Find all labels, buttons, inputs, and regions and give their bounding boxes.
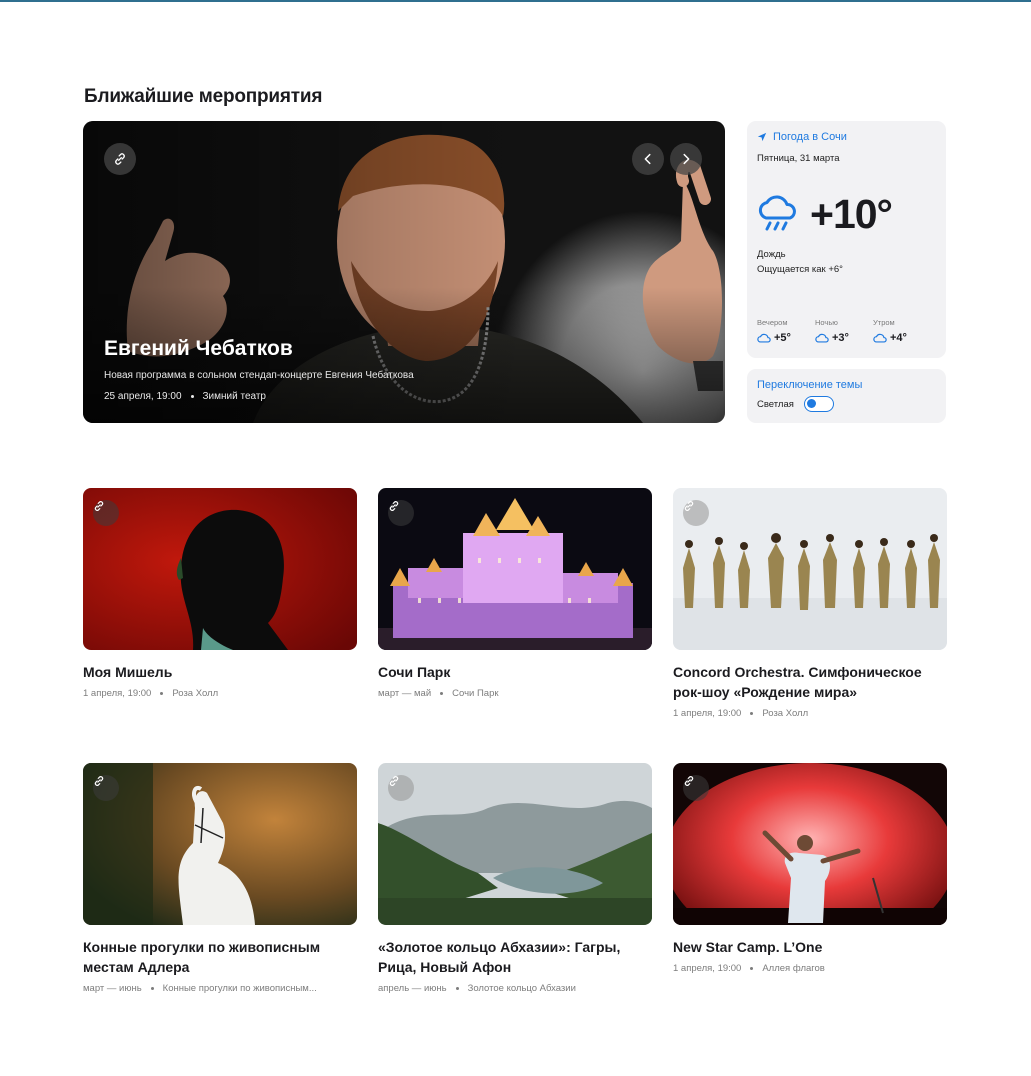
hero-banner[interactable]: Евгений Чебатков Новая программа в сольн… bbox=[83, 121, 725, 423]
toggle-knob bbox=[807, 399, 816, 408]
event-place: Роза Холл bbox=[762, 708, 809, 719]
forecast-label: Утром bbox=[873, 318, 895, 327]
forecast-label: Вечером bbox=[757, 318, 788, 327]
event-card[interactable]: Моя Мишель 1 апреля, 19:00 Роза Холл bbox=[83, 488, 357, 699]
event-place: Роза Холл bbox=[172, 688, 219, 699]
link-icon bbox=[389, 776, 399, 786]
event-card[interactable]: New Star Camp. L’One 1 апреля, 19:00 Алл… bbox=[673, 763, 947, 974]
hero-title[interactable]: Евгений Чебатков bbox=[104, 337, 293, 361]
event-card[interactable]: Concord Orchestra. Симфоническое рок-шоу… bbox=[673, 488, 947, 719]
separator-dot bbox=[440, 692, 444, 695]
separator-dot bbox=[455, 987, 459, 990]
event-date: апрель — июнь bbox=[378, 983, 447, 994]
link-icon bbox=[115, 153, 125, 165]
hero-link-button[interactable] bbox=[104, 143, 136, 175]
event-image[interactable] bbox=[378, 488, 652, 650]
forecast-morning: Утром +4° bbox=[873, 318, 907, 344]
weather-widget: Погода в Сочи Пятница, 31 марта +10° Дож… bbox=[747, 121, 946, 358]
event-title[interactable]: Моя Мишель bbox=[83, 662, 357, 682]
event-image[interactable] bbox=[83, 763, 357, 925]
cloud-icon bbox=[873, 333, 887, 343]
event-link-button[interactable] bbox=[388, 775, 414, 801]
event-title[interactable]: New Star Camp. L’One bbox=[673, 937, 947, 957]
weather-feels-like: Ощущается как +6° bbox=[757, 264, 843, 275]
hero-place: Зимний театр bbox=[202, 391, 267, 402]
link-icon bbox=[684, 501, 694, 511]
event-link-button[interactable] bbox=[388, 500, 414, 526]
event-link-button[interactable] bbox=[683, 775, 709, 801]
weather-temperature: +10° bbox=[810, 191, 893, 237]
forecast-value: +4° bbox=[890, 332, 907, 344]
forecast-night: Ночью +3° bbox=[815, 318, 849, 344]
separator-dot bbox=[160, 692, 164, 695]
link-icon bbox=[684, 776, 694, 786]
event-place: Аллея флагов bbox=[762, 963, 825, 974]
event-place: Золотое кольцо Абхазии bbox=[467, 983, 576, 994]
theme-switch-widget: Переключение темы Светлая bbox=[747, 369, 946, 423]
forecast-value: +3° bbox=[832, 332, 849, 344]
event-card[interactable]: «Золотое кольцо Абхазии»: Гагры, Рица, Н… bbox=[378, 763, 652, 994]
event-date: март — июнь bbox=[83, 983, 142, 994]
event-title[interactable]: «Золотое кольцо Абхазии»: Гагры, Рица, Н… bbox=[378, 937, 652, 977]
link-icon bbox=[94, 501, 104, 511]
event-date: март — май bbox=[378, 688, 432, 699]
top-accent-line bbox=[0, 0, 1031, 2]
forecast-evening: Вечером +5° bbox=[757, 318, 791, 344]
event-link-button[interactable] bbox=[93, 775, 119, 801]
event-image[interactable] bbox=[378, 763, 652, 925]
event-date: 1 апреля, 19:00 bbox=[673, 963, 742, 974]
weather-city-link[interactable]: Погода в Сочи bbox=[757, 131, 847, 143]
separator-dot bbox=[150, 987, 154, 990]
hero-prev-button[interactable] bbox=[632, 143, 664, 175]
chevron-left-icon bbox=[644, 153, 651, 165]
forecast-value: +5° bbox=[774, 332, 791, 344]
weather-city: Погода в Сочи bbox=[773, 131, 847, 143]
event-image[interactable] bbox=[673, 488, 947, 650]
separator-dot bbox=[190, 395, 194, 398]
section-title: Ближайшие мероприятия bbox=[84, 86, 323, 107]
separator-dot bbox=[750, 967, 754, 970]
forecast-label: Ночью bbox=[815, 318, 838, 327]
chevron-right-icon bbox=[683, 153, 690, 165]
hero-next-button[interactable] bbox=[670, 143, 702, 175]
event-link-button[interactable] bbox=[93, 500, 119, 526]
event-title[interactable]: Конные прогулки по живописным местам Адл… bbox=[83, 937, 357, 977]
hero-subtitle: Новая программа в сольном стендап-концер… bbox=[104, 370, 414, 381]
event-title[interactable]: Сочи Парк bbox=[378, 662, 652, 682]
event-date: 1 апреля, 19:00 bbox=[673, 708, 742, 719]
hero-date: 25 апреля, 19:00 bbox=[104, 391, 182, 402]
event-date: 1 апреля, 19:00 bbox=[83, 688, 152, 699]
location-arrow-icon bbox=[757, 132, 767, 142]
cloud-icon bbox=[815, 333, 829, 343]
event-place: Конные прогулки по живописным... bbox=[162, 983, 317, 994]
event-link-button[interactable] bbox=[683, 500, 709, 526]
hero-meta: 25 апреля, 19:00 Зимний театр bbox=[104, 391, 266, 402]
link-icon bbox=[94, 776, 104, 786]
event-place: Сочи Парк bbox=[452, 688, 499, 699]
theme-toggle[interactable] bbox=[804, 396, 834, 412]
theme-switch-title: Переключение темы bbox=[757, 379, 863, 391]
weather-condition: Дождь bbox=[757, 249, 786, 260]
event-card[interactable]: Конные прогулки по живописным местам Адл… bbox=[83, 763, 357, 994]
event-image[interactable] bbox=[83, 488, 357, 650]
separator-dot bbox=[750, 712, 754, 715]
rain-cloud-icon bbox=[758, 195, 796, 231]
event-card[interactable]: Сочи Парк март — май Сочи Парк bbox=[378, 488, 652, 699]
event-image[interactable] bbox=[673, 763, 947, 925]
weather-date: Пятница, 31 марта bbox=[757, 153, 840, 164]
event-title[interactable]: Concord Orchestra. Симфоническое рок-шоу… bbox=[673, 662, 947, 702]
link-icon bbox=[389, 501, 399, 511]
cloud-icon bbox=[757, 333, 771, 343]
theme-switch-label: Светлая bbox=[757, 399, 794, 410]
